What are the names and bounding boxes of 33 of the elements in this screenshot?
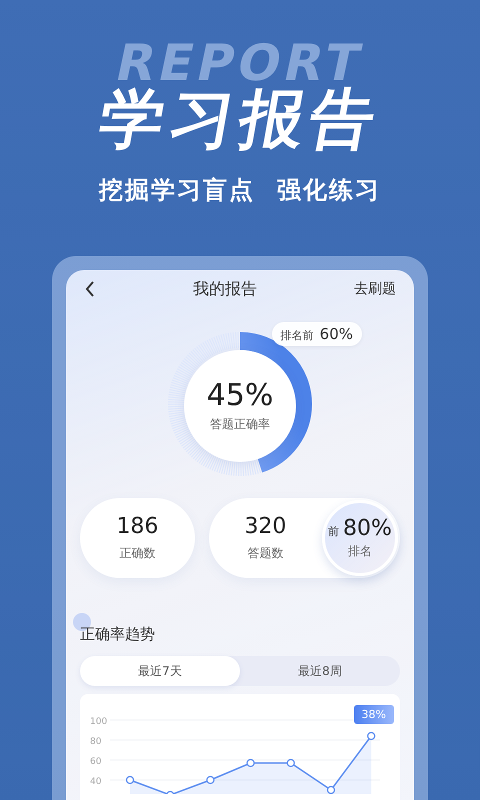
rank-prefix: 前 <box>328 524 340 539</box>
data-point <box>206 776 215 784</box>
accuracy-value: 45% <box>206 379 274 412</box>
axis-label: 80 <box>90 737 102 747</box>
data-point <box>286 758 295 768</box>
banner-subtitle: 强化练习 <box>277 175 381 206</box>
back-icon[interactable] <box>84 280 96 298</box>
data-point <box>246 758 255 768</box>
data-point <box>166 790 174 794</box>
rank-value: 60% <box>320 325 353 343</box>
data-point <box>326 786 336 794</box>
rank-value: 80% <box>343 516 392 541</box>
data-point <box>367 732 376 740</box>
stat-label: 答题数 <box>247 545 284 562</box>
range-tab[interactable]: 最近7天 <box>80 656 240 686</box>
rank-prefix: 排名前 <box>280 328 314 343</box>
range-tab[interactable]: 最近8周 <box>240 656 400 686</box>
rank-label: 排名 <box>348 543 372 560</box>
accuracy-label: 答题正确率 <box>210 416 270 433</box>
value-badge: 38% <box>354 705 394 724</box>
background-word: REPORT <box>112 38 368 88</box>
axis-label: 100 <box>90 717 108 727</box>
axis-label: 40 <box>90 777 102 787</box>
stat-label: 正确数 <box>119 545 156 562</box>
banner-title: 学习报告 <box>94 88 386 152</box>
data-point <box>126 776 134 784</box>
practice-link[interactable]: 去刷题 <box>354 280 396 298</box>
screen-title: 我的报告 <box>193 278 257 300</box>
stat-value: 320 <box>244 514 286 539</box>
axis-label: 60 <box>90 757 102 767</box>
banner-subtitle: 挖掘学习盲点 <box>99 175 255 206</box>
section-title: 正确率趋势 <box>80 624 155 644</box>
stat-value: 186 <box>116 514 158 539</box>
